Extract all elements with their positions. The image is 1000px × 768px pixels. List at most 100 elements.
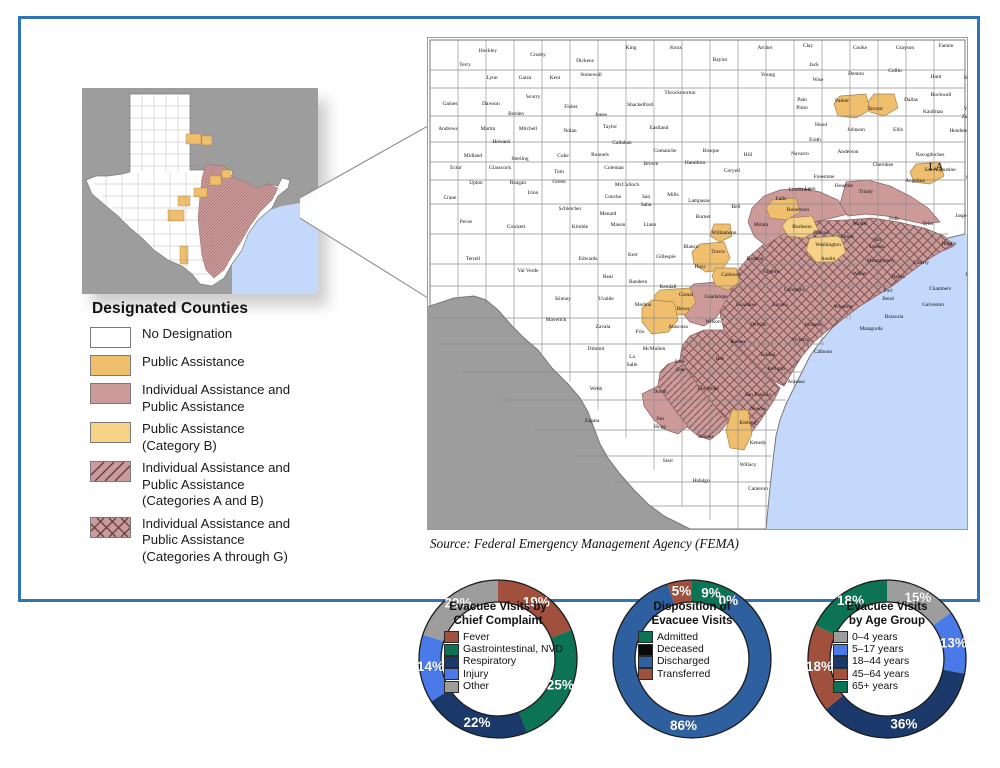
- donut-legend-label: 65+ years: [852, 681, 898, 693]
- county-label: Nolan: [563, 128, 576, 134]
- donut-legend-item: Gastrointestinal, NVD: [444, 643, 563, 656]
- county-label: Baylor: [713, 57, 728, 63]
- county-label: Pecos: [460, 219, 473, 225]
- county-label: Shackelford: [627, 101, 653, 108]
- county-label: Brazoria: [885, 314, 904, 320]
- county-label: Navarro: [791, 151, 809, 157]
- county-label: Mitchell: [519, 126, 538, 132]
- county-label: Howard: [492, 139, 510, 145]
- county-label: Nacogdoches: [915, 152, 944, 158]
- county-label: Terrell: [466, 256, 481, 262]
- county-label: Victoria: [791, 337, 809, 343]
- county-label: Kerr: [628, 252, 638, 258]
- county-label: Parker: [835, 98, 849, 104]
- county-label: Mason: [611, 222, 626, 228]
- county-label: Zandt: [962, 114, 967, 120]
- county-label: Fannin: [939, 43, 954, 49]
- county-label: Limestone: [789, 187, 812, 193]
- county-label: Frio: [636, 329, 645, 335]
- donut-legend-swatch: [444, 631, 459, 644]
- donut-legend-3: 0–4 years 5–17 years 18–44 years 45–64 year…: [827, 631, 947, 693]
- county-label: Kenedy: [750, 440, 767, 446]
- donut-legend-swatch: [833, 680, 848, 693]
- inset-texas-map: [82, 88, 318, 294]
- legend-swatch-no-designation: [90, 327, 131, 348]
- donut-legend-label: Gastrointestinal, NVD: [463, 644, 563, 656]
- legend-item-categories-a-and-b: Individual Assistance and Public Assista…: [84, 460, 410, 510]
- county-label: Coke: [557, 153, 569, 159]
- county-label: Matagorda: [859, 326, 883, 332]
- county-label: Rockwall: [931, 92, 952, 98]
- county-label: Fayette: [763, 269, 779, 275]
- county-label: Uvalde: [598, 296, 614, 302]
- county-label: Bexar: [677, 306, 690, 312]
- county-label: Nueces: [750, 406, 766, 412]
- donut-legend-swatch: [638, 643, 653, 656]
- county-label: Jefferson: [965, 271, 967, 278]
- donut-legend-item: Admitted: [638, 631, 752, 644]
- county-label: Stonewall: [580, 72, 602, 78]
- county-label: Edwards: [579, 256, 598, 262]
- donut-legend-swatch: [444, 655, 459, 668]
- county-label: Hidalgo: [692, 478, 710, 484]
- county-label: Lynn: [486, 75, 497, 81]
- legend-item-public-assistance-cat-b: Public Assistance (Category B): [90, 421, 410, 454]
- county-label: Dawson: [482, 101, 500, 107]
- county-label: Angelina: [905, 178, 925, 184]
- county-label: Archer: [758, 45, 773, 51]
- county-label: Borden: [508, 111, 524, 117]
- donut-title-line-1: Disposition of: [653, 600, 731, 613]
- county-label: Kleberg: [739, 420, 757, 426]
- county-label: Jim Wells: [697, 386, 718, 392]
- county-label: Eastland: [650, 125, 669, 131]
- county-label: Washington: [815, 242, 841, 248]
- county-label: Van: [964, 106, 967, 112]
- county-label: Falls: [776, 196, 786, 202]
- county-label: Comal: [679, 292, 694, 298]
- donut-legend-swatch: [833, 655, 848, 668]
- county-label: Cooke: [853, 45, 868, 51]
- legend-label-public-assistance: Public Assistance: [142, 354, 245, 369]
- county-label: Austin: [821, 256, 836, 262]
- county-label: Cameron: [748, 486, 768, 492]
- state-label-la: LA: [929, 161, 944, 173]
- county-label: Lavaca: [772, 302, 788, 308]
- legend-label-no-designation: No Designation: [142, 326, 233, 341]
- county-label: Calhoun: [814, 349, 833, 355]
- county-label: San Patricio: [745, 392, 772, 398]
- county-label: Collin: [888, 68, 902, 74]
- donut-legend-label: 0–4 years: [852, 631, 898, 643]
- donut-legend-2: Admitted Deceased Discharged Transferred: [632, 631, 752, 681]
- county-label: Saba: [641, 202, 652, 208]
- county-label: Maverick: [546, 317, 567, 323]
- legend-swatch-categories-a-through-g: [84, 516, 141, 538]
- county-label: Jones: [595, 112, 607, 118]
- county-label: Johnson: [847, 127, 865, 133]
- donut-legend-item: Respiratory: [444, 655, 558, 668]
- donut-center-1: Evacuee Visits by Chief Complaint Fever G…: [438, 596, 563, 722]
- county-label: Atascosa: [668, 324, 688, 330]
- donut-legend-item: Fever: [444, 631, 558, 644]
- donut-legend-label: Deceased: [657, 644, 704, 656]
- county-label: Real: [603, 274, 613, 280]
- county-label: Liberty: [913, 260, 929, 266]
- county-label: Grayson: [896, 45, 915, 51]
- donut-legend-label: Transferred: [657, 668, 711, 680]
- donut-title-line-2: Evacuee Visits: [651, 614, 733, 627]
- legend-item-categories-a-through-g: Individual Assistance and Public Assista…: [84, 516, 410, 566]
- county-label: Fisher: [564, 104, 578, 110]
- county-label: Burleson: [792, 224, 812, 230]
- county-label: Jack: [809, 62, 819, 68]
- county-label: Brown: [644, 161, 659, 167]
- county-label: Starr: [663, 458, 674, 464]
- donut-legend-label: Discharged: [657, 656, 710, 668]
- donut-legend-item: 45–64 years: [833, 668, 947, 681]
- county-label: Crockett: [507, 224, 526, 230]
- county-label: Henderson: [949, 128, 967, 134]
- county-label: Duval: [653, 389, 667, 395]
- legend-swatch-individual-and-public: [90, 383, 131, 404]
- county-label: Palo: [797, 97, 807, 103]
- donut-legend-1: Fever Gastrointestinal, NVD Respiratory Inj…: [438, 631, 563, 693]
- donut-center-2: Disposition of Evacuee Visits Admitted De…: [632, 596, 752, 722]
- county-label: Hood: [815, 122, 827, 128]
